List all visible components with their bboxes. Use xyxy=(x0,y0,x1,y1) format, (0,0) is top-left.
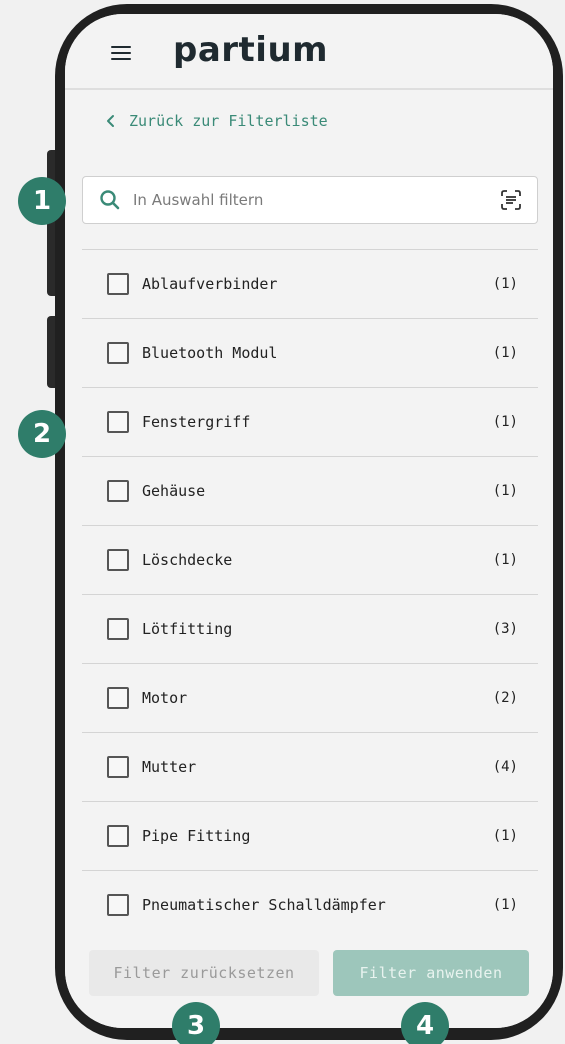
checkbox[interactable] xyxy=(107,756,129,778)
item-count: (1) xyxy=(492,897,518,913)
list-item[interactable]: Mutter (4) xyxy=(82,733,538,802)
list-item[interactable]: Gehäuse (1) xyxy=(82,457,538,526)
back-link-label: Zurück zur Filterliste xyxy=(129,112,328,130)
list-item[interactable]: Motor (2) xyxy=(82,664,538,733)
list-item[interactable]: Pipe Fitting (1) xyxy=(82,802,538,871)
annotation-badge: 2 xyxy=(18,410,66,458)
scan-icon[interactable] xyxy=(499,188,523,212)
list-item[interactable]: Pneumatischer Schalldämpfer (1) xyxy=(82,871,538,940)
brand-logo: partium xyxy=(173,30,329,70)
item-count: (1) xyxy=(492,828,518,844)
back-to-filter-list-link[interactable]: Zurück zur Filterliste xyxy=(103,112,328,130)
item-label: Fenstergriff xyxy=(142,413,251,431)
item-label: Motor xyxy=(142,689,188,707)
item-label: Gehäuse xyxy=(142,482,206,500)
checkbox[interactable] xyxy=(107,618,129,640)
checkbox[interactable] xyxy=(107,342,129,364)
list-item[interactable]: Lötfitting (3) xyxy=(82,595,538,664)
annotation-badge: 1 xyxy=(18,177,66,225)
phone-screen: partium Zurück zur Filterliste In Auswah… xyxy=(65,14,553,1028)
filter-list: Ablaufverbinder (1) Bluetooth Modul (1) … xyxy=(82,249,538,940)
item-count: (1) xyxy=(492,345,518,361)
checkbox[interactable] xyxy=(107,549,129,571)
item-label: Pneumatischer Schalldämpfer xyxy=(142,896,386,914)
checkbox[interactable] xyxy=(107,411,129,433)
item-count: (1) xyxy=(492,276,518,292)
list-item[interactable]: Fenstergriff (1) xyxy=(82,388,538,457)
search-icon xyxy=(100,190,120,210)
list-item[interactable]: Ablaufverbinder (1) xyxy=(82,250,538,319)
item-label: Löschdecke xyxy=(142,551,233,569)
hamburger-menu-icon[interactable] xyxy=(111,46,131,60)
checkbox[interactable] xyxy=(107,687,129,709)
item-label: Bluetooth Modul xyxy=(142,344,278,362)
search-box[interactable] xyxy=(82,176,538,224)
annotation-badge: 4 xyxy=(401,1002,449,1044)
item-count: (3) xyxy=(492,621,518,637)
apply-filter-button[interactable]: Filter anwenden xyxy=(333,950,529,996)
search-input[interactable] xyxy=(131,177,499,223)
checkbox[interactable] xyxy=(107,273,129,295)
chevron-left-icon xyxy=(107,115,114,127)
item-label: Pipe Fitting xyxy=(142,827,251,845)
item-label: Ablaufverbinder xyxy=(142,275,278,293)
reset-filter-button[interactable]: Filter zurücksetzen xyxy=(89,950,319,996)
list-item[interactable]: Bluetooth Modul (1) xyxy=(82,319,538,388)
item-label: Lötfitting xyxy=(142,620,233,638)
checkbox[interactable] xyxy=(107,894,129,916)
item-count: (1) xyxy=(492,483,518,499)
item-count: (4) xyxy=(492,759,518,775)
checkbox[interactable] xyxy=(107,480,129,502)
annotation-badge: 3 xyxy=(172,1002,220,1044)
item-count: (1) xyxy=(492,414,518,430)
app-header: partium xyxy=(65,14,553,90)
stage: partium Zurück zur Filterliste In Auswah… xyxy=(0,0,565,1044)
item-count: (1) xyxy=(492,552,518,568)
list-item[interactable]: Löschdecke (1) xyxy=(82,526,538,595)
item-count: (2) xyxy=(492,690,518,706)
checkbox[interactable] xyxy=(107,825,129,847)
item-label: Mutter xyxy=(142,758,197,776)
footer-bar: Filter zurücksetzen Filter anwenden xyxy=(65,936,553,1028)
